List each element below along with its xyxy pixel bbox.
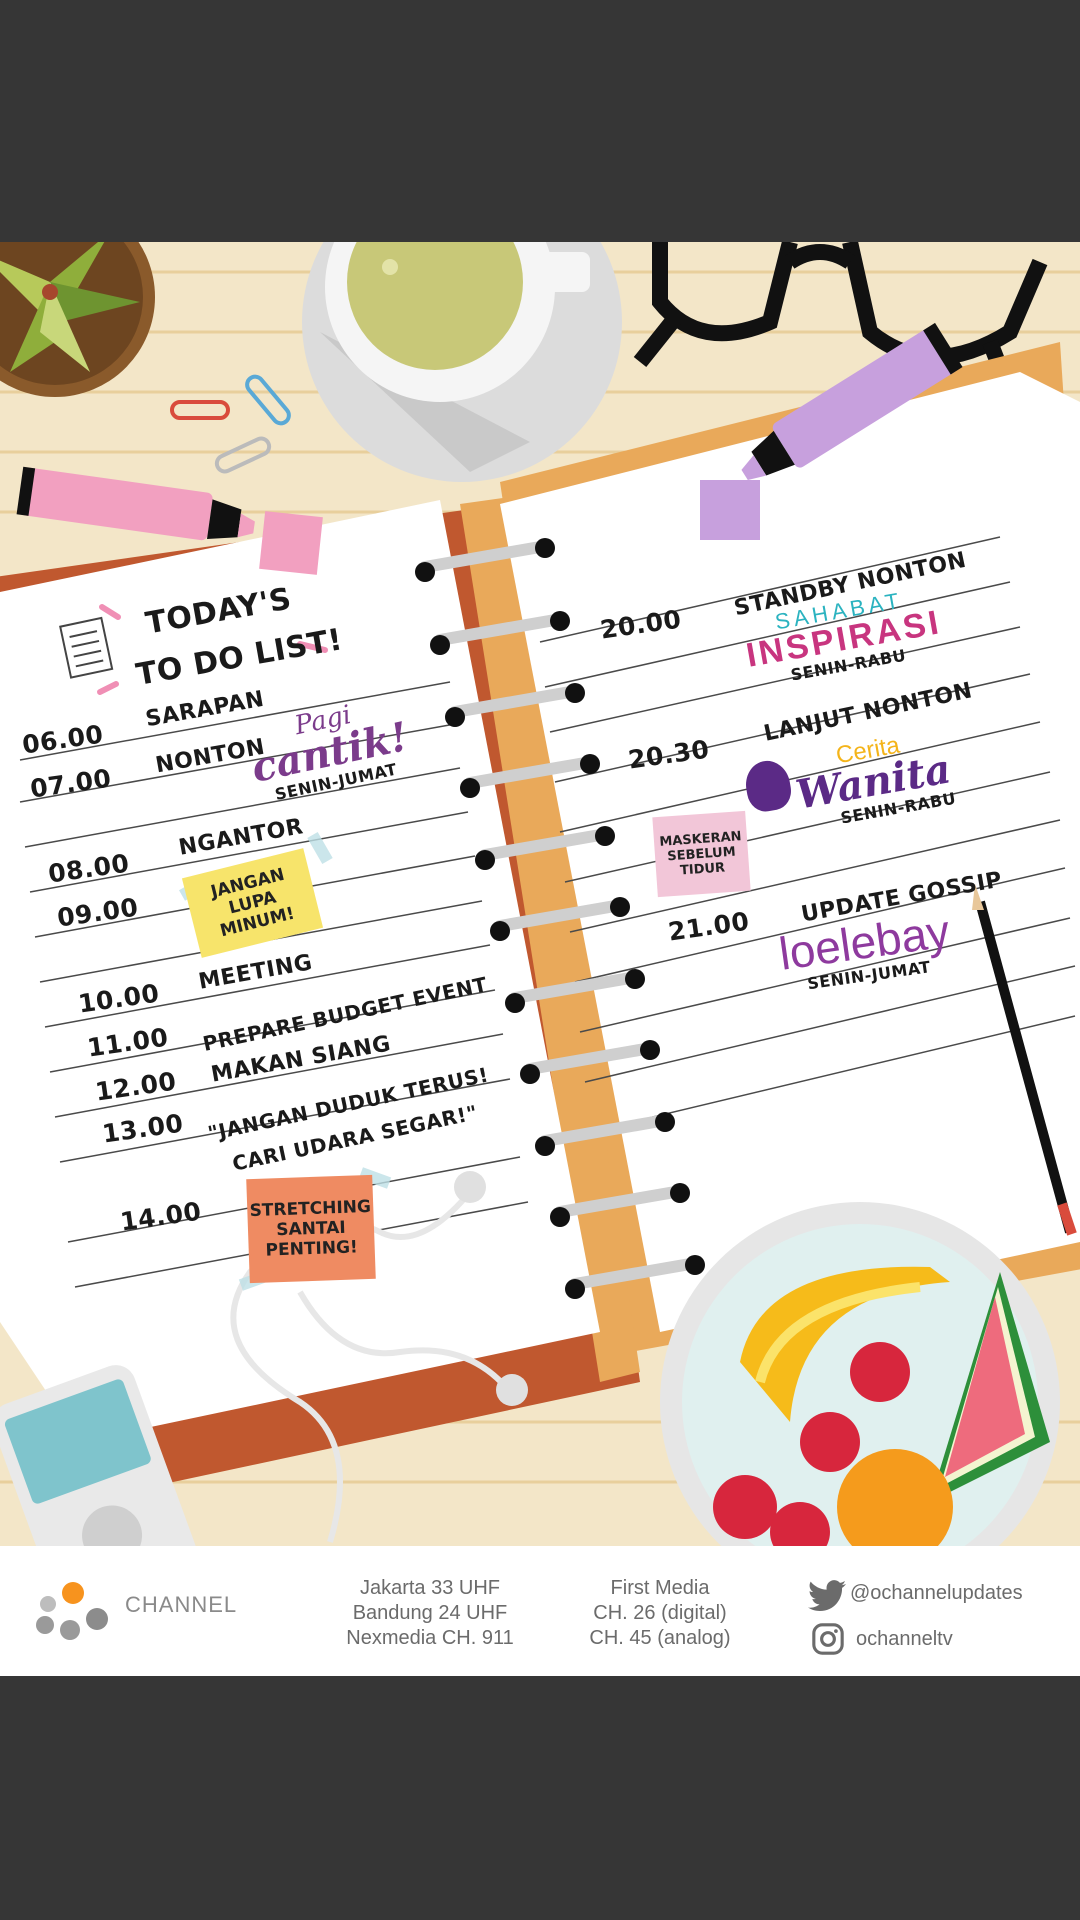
logo-dot-grey-3 <box>60 1620 80 1640</box>
cable-channels: First Media CH. 26 (digital) CH. 45 (ana… <box>565 1576 755 1651</box>
purple-swatch <box>700 480 760 540</box>
instagram-icon <box>812 1623 844 1655</box>
logo-dot-grey-2 <box>36 1616 54 1634</box>
plant-icon <box>0 242 155 397</box>
twitter-icon <box>808 1580 846 1612</box>
footer-bar: CHANNEL Jakarta 33 UHF Bandung 24 UHF Ne… <box>0 1546 1080 1676</box>
cable-line-1: First Media <box>610 1577 710 1599</box>
instagram-handle[interactable]: ochanneltv <box>856 1628 953 1651</box>
terrestrial-line-2: Bandung 24 UHF <box>352 1602 508 1624</box>
paperclips-icon <box>170 374 291 474</box>
tea-cup-icon <box>302 242 622 482</box>
logo-dot-orange <box>62 1582 84 1604</box>
pink-highlighter-icon <box>16 466 255 541</box>
logo-dot-grey-1 <box>40 1596 56 1612</box>
cable-line-2: CH. 26 (digital) <box>593 1602 727 1624</box>
terrestrial-channels: Jakarta 33 UHF Bandung 24 UHF Nexmedia C… <box>330 1576 530 1651</box>
pink-swatch <box>259 511 323 575</box>
sticky-stretching: STRETCHING SANTAI PENTING! <box>246 1174 376 1284</box>
earbud-right <box>496 1374 528 1406</box>
earbud-left <box>454 1171 486 1203</box>
terrestrial-line-3: Nexmedia CH. 911 <box>346 1627 514 1649</box>
screen: { "left_page": { "title_line1": "TODAY'S… <box>0 0 1080 1920</box>
terrestrial-line-1: Jakarta 33 UHF <box>359 1577 501 1599</box>
o-channel-logo-icon <box>36 1582 108 1644</box>
cable-line-3: CH. 45 (analog) <box>589 1627 731 1649</box>
logo-dot-grey-4 <box>86 1608 108 1630</box>
poster-illustration: TODAY'S TO DO LIST! 06.00 SARAPAN 07.00 … <box>0 242 1080 1546</box>
twitter-handle[interactable]: @ochannelupdates <box>850 1582 1023 1605</box>
sticky-maskeran: MASKERAN SEBELUM TIDUR <box>652 810 751 898</box>
logo-text: CHANNEL <box>125 1592 238 1617</box>
